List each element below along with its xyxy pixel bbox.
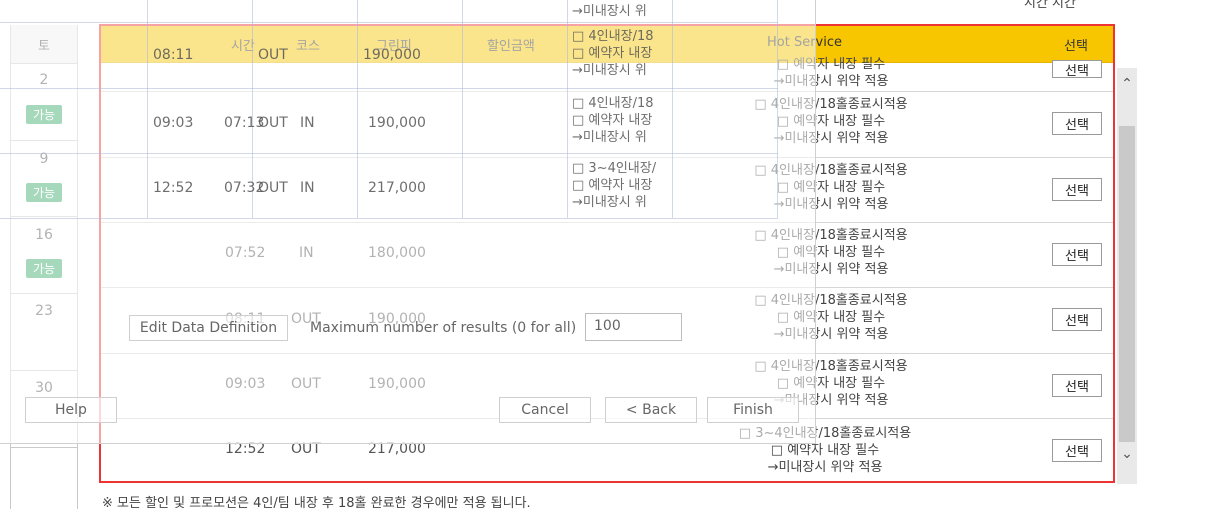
scroll-down-icon[interactable]: ⌄ xyxy=(1117,446,1137,462)
day-number: 30 xyxy=(35,380,53,396)
hot-service-cell: □ 4인내장/18홀종료시적용 □ 예약자 내장 필수 →미내장시 위약 적용 xyxy=(701,227,961,278)
select-button[interactable]: 선택 xyxy=(1052,243,1102,266)
hot-service-line: □ 예약자 내장 필수 xyxy=(776,57,886,72)
calendar-day[interactable]: 2 가능 xyxy=(11,64,77,141)
hot-service-line: →미내장시 위약 적용 xyxy=(773,197,889,212)
day-number: 23 xyxy=(35,303,53,319)
select-button[interactable]: 선택 xyxy=(1052,178,1102,201)
hot-service-line: □ 예약자 내장 필수 xyxy=(776,180,886,195)
table-row: □ 4인내장/18홀종료시적용 □ 예약자 내장 필수 →미내장시 위약 적용 … xyxy=(101,92,1113,158)
hot-service-cell: □ 4인내장/18홀종료시적용 □ 예약자 내장 필수 →미내장시 위약 적용 xyxy=(701,162,961,213)
col-select: 선택 xyxy=(1064,39,1088,54)
hot-service-line: □ 4인내장/18홀종료시적용 xyxy=(754,359,908,374)
ghost-text: →미내장시 위 xyxy=(572,4,647,19)
course-name: IN xyxy=(299,245,314,261)
col-green-fee: 그린피 xyxy=(376,39,412,54)
tee-time-table: 시간 코스 그린피 할인금액 Hot Service 선택 □ 예약자 내장 필… xyxy=(99,24,1115,483)
hot-service-line: □ 4인내장/18홀종료시적용 xyxy=(754,228,908,243)
col-course: 코스 xyxy=(296,39,320,54)
calendar-day[interactable]: 9 가능 xyxy=(11,141,77,217)
day-number: 9 xyxy=(39,151,49,167)
hot-service-cell: □ 4인내장/18홀종료시적용 □ 예약자 내장 필수 →미내장시 위약 적용 xyxy=(701,358,961,409)
day-number: 2 xyxy=(39,72,49,88)
hot-service-cell: □ 예약자 내장 필수 →미내장시 위약 적용 xyxy=(701,56,961,90)
available-badge[interactable]: 가능 xyxy=(26,259,62,278)
course-name: OUT xyxy=(291,441,321,457)
hot-service-line: □ 4인내장/18홀종료시적용 xyxy=(754,293,908,308)
table-row: □ 예약자 내장 필수 →미내장시 위약 적용 선택 xyxy=(101,57,1113,92)
calendar-day[interactable]: 16 가능 xyxy=(11,217,77,294)
hot-service-cell: □ 4인내장/18홀종료시적용 □ 예약자 내장 필수 →미내장시 위약 적용 xyxy=(701,96,961,147)
footnote: ※ 모든 할인 및 프로모션은 4인/팀 내장 후 18홀 완료한 경우에만 적… xyxy=(102,496,531,511)
green-fee: 190,000 xyxy=(368,376,426,392)
green-fee: 217,000 xyxy=(368,441,426,457)
table-row: 12:52 OUT 217,000 □ 3~4인내장/18홀종료시적용 □ 예약… xyxy=(101,419,1113,481)
table-header: 시간 코스 그린피 할인금액 Hot Service 선택 xyxy=(101,26,1113,63)
hot-service-line: →미내장시 위약 적용 xyxy=(773,262,889,277)
hot-service-line: □ 예약자 내장 필수 xyxy=(776,114,886,129)
scroll-up-icon[interactable]: ⌃ xyxy=(1117,76,1137,92)
select-button[interactable]: 선택 xyxy=(1052,439,1102,462)
top-right-text: 시간 시간 xyxy=(1024,0,1076,11)
hot-service-line: →미내장시 위약 적용 xyxy=(773,74,889,89)
tee-time: 09:03 xyxy=(225,376,266,392)
calendar-column: 토 2 가능 9 가능 16 가능 23 30 xyxy=(10,25,78,509)
hot-service-line: □ 예약자 내장 필수 xyxy=(776,245,886,260)
select-button[interactable]: 선택 xyxy=(1052,374,1102,397)
vertical-scrollbar[interactable]: ⌃ ⌄ xyxy=(1117,68,1137,484)
hot-service-line: →미내장시 위약 적용 xyxy=(773,327,889,342)
hot-service-line: □ 4인내장/18홀종료시적용 xyxy=(754,163,908,178)
select-button[interactable]: 선택 xyxy=(1052,112,1102,135)
col-time: 시간 xyxy=(231,39,255,54)
table-row: 07:52 IN 180,000 □ 4인내장/18홀종료시적용 □ 예약자 내… xyxy=(101,223,1113,288)
green-fee: 180,000 xyxy=(368,245,426,261)
table-row: □ 4인내장/18홀종료시적용 □ 예약자 내장 필수 →미내장시 위약 적용 … xyxy=(101,158,1113,223)
hot-service-cell: □ 4인내장/18홀종료시적용 □ 예약자 내장 필수 →미내장시 위약 적용 xyxy=(701,292,961,343)
select-button[interactable]: 선택 xyxy=(1052,308,1102,331)
table-row: 09:03 OUT 190,000 □ 4인내장/18홀종료시적용 □ 예약자 … xyxy=(101,354,1113,419)
hot-service-line: □ 예약자 내장 필수 xyxy=(776,310,886,325)
available-badge[interactable]: 가능 xyxy=(26,183,62,202)
col-hot-service: Hot Service xyxy=(767,35,843,50)
hot-service-line: →미내장시 위약 적용 xyxy=(773,393,889,408)
hot-service-cell: □ 3~4인내장/18홀종료시적용 □ 예약자 내장 필수 →미내장시 위약 적… xyxy=(695,425,955,476)
col-discount: 할인금액 xyxy=(487,39,535,54)
hot-service-line: □ 3~4인내장/18홀종료시적용 xyxy=(738,426,912,441)
calendar-day[interactable]: 30 xyxy=(11,371,77,448)
available-badge[interactable]: 가능 xyxy=(26,105,62,124)
hot-service-line: □ 예약자 내장 필수 xyxy=(770,443,880,458)
tee-time: 07:52 xyxy=(225,245,266,261)
table-row: 08:11 OUT 190,000 □ 4인내장/18홀종료시적용 □ 예약자 … xyxy=(101,288,1113,354)
select-button[interactable]: 선택 xyxy=(1052,60,1102,79)
course-name: OUT xyxy=(291,376,321,392)
calendar-header-saturday: 토 xyxy=(11,25,77,64)
day-number: 16 xyxy=(35,227,53,243)
hot-service-line: →미내장시 위약 적용 xyxy=(773,131,889,146)
course-name: OUT xyxy=(291,311,321,327)
scrollbar-thumb[interactable] xyxy=(1119,126,1135,442)
hot-service-line: →미내장시 위약 적용 xyxy=(767,460,883,475)
green-fee: 190,000 xyxy=(368,311,426,327)
calendar-day[interactable]: 23 xyxy=(11,294,77,371)
tee-time: 12:52 xyxy=(225,441,266,457)
hot-service-line: □ 예약자 내장 필수 xyxy=(776,376,886,391)
tee-time: 08:11 xyxy=(225,311,266,327)
hot-service-line: □ 4인내장/18홀종료시적용 xyxy=(754,97,908,112)
